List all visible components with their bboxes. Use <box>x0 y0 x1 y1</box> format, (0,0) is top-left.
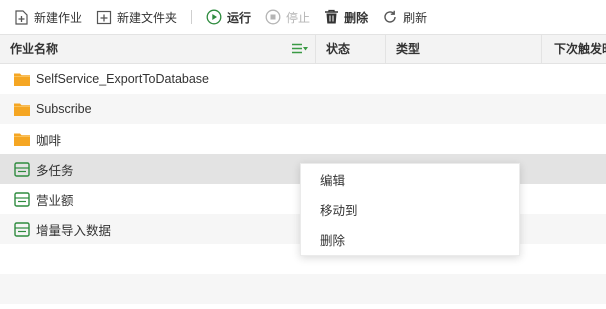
add-folder-icon <box>96 10 112 24</box>
new-folder-label: 新建文件夹 <box>117 10 178 25</box>
run-label: 运行 <box>227 10 252 25</box>
column-header-name[interactable]: 作业名称 <box>0 35 316 63</box>
toolbar: 新建作业 新建文件夹 运行 停止 删除 刷新 <box>0 0 606 34</box>
new-job-button[interactable]: 新建作业 <box>14 6 82 28</box>
refresh-button[interactable]: 刷新 <box>382 6 427 28</box>
job-icon <box>14 221 30 237</box>
job-name: 增量导入数据 <box>36 223 112 238</box>
refresh-icon <box>384 10 396 23</box>
context-menu: 编辑 移动到 删除 <box>300 163 520 256</box>
job-name: Subscribe <box>36 102 92 116</box>
column-header-next-trigger[interactable]: 下次触发时 <box>542 35 606 63</box>
folder-icon <box>14 73 30 86</box>
column-header-name-label: 作业名称 <box>10 42 59 56</box>
new-folder-button[interactable]: 新建文件夹 <box>96 6 177 28</box>
delete-button[interactable]: 删除 <box>324 6 368 28</box>
column-header-type-label: 类型 <box>396 42 421 56</box>
folder-icon <box>14 133 30 146</box>
context-menu-delete[interactable]: 删除 <box>301 226 519 256</box>
column-header-status-label: 状态 <box>326 42 351 56</box>
job-name: 多任务 <box>36 163 74 178</box>
table-row-empty <box>0 274 606 304</box>
play-circle-icon <box>206 9 222 25</box>
delete-label: 删除 <box>344 10 369 25</box>
refresh-label: 刷新 <box>403 10 428 25</box>
job-icon <box>14 191 30 207</box>
table-row[interactable]: SelfService_ExportToDatabase <box>0 64 606 94</box>
add-file-icon <box>15 9 28 25</box>
job-icon <box>14 161 30 177</box>
trash-icon <box>325 9 339 24</box>
column-header-status[interactable]: 状态 <box>316 35 386 63</box>
table-row[interactable]: Subscribe <box>0 94 606 124</box>
column-filter-icon[interactable] <box>291 43 309 55</box>
folder-icon <box>14 103 30 116</box>
table-row[interactable]: 咖啡 <box>0 124 606 154</box>
job-name: SelfService_ExportToDatabase <box>36 72 210 86</box>
job-name: 营业额 <box>36 193 74 208</box>
new-job-label: 新建作业 <box>34 10 83 25</box>
context-menu-edit[interactable]: 编辑 <box>301 166 519 196</box>
column-header-next-trigger-label: 下次触发时 <box>554 42 606 56</box>
stop-button[interactable]: 停止 <box>265 6 310 28</box>
stop-circle-icon <box>265 9 281 25</box>
column-header-type[interactable]: 类型 <box>386 35 542 63</box>
table-header: 作业名称 状态 类型 下次触发时 <box>0 34 606 64</box>
context-menu-move-to[interactable]: 移动到 <box>301 196 519 226</box>
job-name: 咖啡 <box>36 133 62 148</box>
toolbar-divider <box>191 10 193 24</box>
run-button[interactable]: 运行 <box>206 6 251 28</box>
stop-label: 停止 <box>286 10 311 25</box>
